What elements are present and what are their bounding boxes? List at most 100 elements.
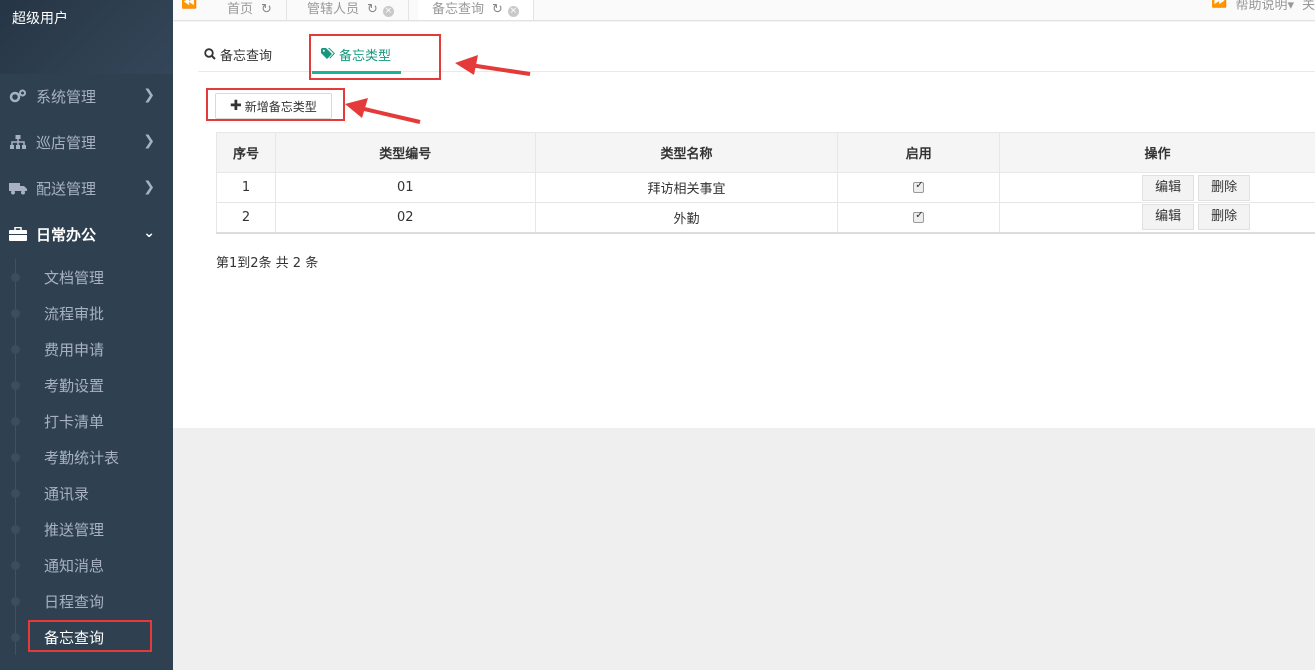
chevron-right-icon: ❯ [143,133,155,149]
edit-button[interactable]: 编辑 [1142,204,1195,231]
submenu-label: 打卡清单 [44,412,105,431]
refresh-icon[interactable]: ↻ [261,2,272,17]
bullet-icon [11,597,20,606]
truck-icon [8,182,28,195]
bullet-icon [11,489,20,498]
cell-actions: 编辑 删除 [999,172,1315,203]
submenu-item-push[interactable]: 推送管理 [0,511,173,547]
scroll-right-icon[interactable]: ⏩ [1211,0,1227,13]
submenu-label: 通知消息 [44,556,105,575]
submenu-label: 日程查询 [44,592,105,611]
submenu-item-documents[interactable]: 文档管理 [0,259,173,295]
scroll-left-icon[interactable]: ⏪ [181,0,197,10]
bullet-icon [11,633,20,642]
col-header-name[interactable]: 类型名称 [534,132,839,173]
cell-no: 1 [216,172,276,203]
close-icon[interactable]: × [507,6,519,17]
nav-label: 配送管理 [36,179,97,198]
submenu-item-attendance-settings[interactable]: 考勤设置 [0,367,173,403]
col-header-no[interactable]: 序号 [216,132,276,173]
bullet-icon [11,453,20,462]
col-header-enabled[interactable]: 启用 [837,132,1001,173]
chevron-right-icon: ❯ [143,179,155,195]
submenu-item-checkin-list[interactable]: 打卡清单 [0,403,173,439]
close-menu[interactable]: 关 [1302,0,1315,13]
edit-button[interactable]: 编辑 [1142,174,1195,201]
bullet-icon [11,345,20,354]
submenu-item-contacts[interactable]: 通讯录 [0,475,173,511]
submenu-item-approval[interactable]: 流程审批 [0,295,173,331]
search-icon [204,48,216,60]
chevron-down-icon: ⌄ [143,225,155,241]
main-content: 备忘查询 备忘类型 ✚ 新增备忘类型 序号 类型编号 类型名称 启用 操作 1 … [173,22,1315,428]
delete-button[interactable]: 删除 [1198,174,1251,201]
nav-label: 系统管理 [36,87,97,106]
page-tab-label: 管辖人员 [307,2,360,17]
nav-item-patrol[interactable]: 巡店管理 ❯ [0,119,173,165]
highlight-box-button [206,88,345,121]
nav-label: 日常办公 [36,225,97,244]
empty-background [173,428,1315,670]
page-tab-bar: ⏪ 首页 ↻ 管辖人员 ↻ × 备忘查询 ↻ × ⏩ 帮助说明▾ 关 [173,0,1315,21]
submenu-item-expense[interactable]: 费用申请 [0,331,173,367]
nav-item-system[interactable]: 系统管理 ❯ [0,73,173,119]
cell-enabled [837,172,1001,203]
nav-item-delivery[interactable]: 配送管理 ❯ [0,165,173,211]
close-icon[interactable]: × [382,6,394,17]
refresh-icon[interactable]: ↻ [367,2,378,17]
page-tab-label: 备忘查询 [432,2,485,17]
table-row: 1 01 拜访相关事宜 编辑删除 [216,172,1315,203]
sidebar: 超级用户 系统管理 ❯ 巡店管理 ❯ 配送管理 ❯ 日常办公 ⌄ 文档管理 流程… [0,0,173,670]
nav-label: 巡店管理 [36,133,97,152]
sitemap-icon [8,135,28,149]
cell-name: 拜访相关事宜 [534,172,839,203]
gears-icon [8,89,28,103]
bullet-icon [11,309,20,318]
page-tab-staff[interactable]: 管辖人员 ↻ × [293,0,409,20]
bullet-icon [11,561,20,570]
delete-button[interactable]: 删除 [1198,204,1251,231]
col-header-code[interactable]: 类型编号 [274,132,536,173]
cell-actions: 编辑 删除 [999,202,1315,234]
refresh-icon[interactable]: ↻ [492,2,503,17]
nav-item-daily-office[interactable]: 日常办公 ⌄ [0,211,173,257]
cell-code: 01 [274,172,536,203]
submenu-label: 考勤统计表 [44,448,120,467]
submenu-item-attendance-stats[interactable]: 考勤统计表 [0,439,173,475]
bullet-icon [11,417,20,426]
help-menu[interactable]: 帮助说明▾ [1235,0,1294,13]
submenu-item-notifications[interactable]: 通知消息 [0,547,173,583]
enabled-checkbox[interactable] [913,210,925,223]
highlight-box-sidebar [28,620,152,652]
cell-enabled [837,202,1001,234]
submenu-label: 流程审批 [44,304,105,323]
cell-code: 02 [274,202,536,234]
table-row: 2 02 外勤 编辑删除 [216,202,1315,234]
submenu-label: 费用申请 [44,340,105,359]
sidebar-header: 超级用户 [0,0,173,74]
enabled-checkbox[interactable] [913,180,925,193]
submenu-label: 推送管理 [44,520,105,539]
submenu-label: 通讯录 [44,484,90,503]
help-label: 帮助说明 [1235,0,1288,13]
tab-label: 备忘查询 [220,48,273,64]
page-tab-memo-query[interactable]: 备忘查询 ↻ × [418,0,534,20]
table-header-row: 序号 类型编号 类型名称 启用 操作 [216,132,1315,173]
submenu-item-schedule[interactable]: 日程查询 [0,583,173,619]
memo-type-table: 序号 类型编号 类型名称 启用 操作 1 01 拜访相关事宜 编辑删除 2 02… [216,132,1315,234]
submenu-label: 考勤设置 [44,376,105,395]
col-header-actions: 操作 [999,132,1315,173]
page-tab-label: 首页 [227,2,254,17]
highlight-box-tab [309,34,441,80]
top-right-menu: ⏩ 帮助说明▾ 关 [1211,0,1315,13]
user-name[interactable]: 超级用户 [12,8,68,28]
submenu-label: 文档管理 [44,268,105,287]
page-tab-home[interactable]: 首页 ↻ [203,0,287,20]
bullet-icon [11,273,20,282]
tab-memo-query[interactable]: 备忘查询 [204,36,272,72]
pagination-summary: 第1到2条 共 2 条 [216,256,319,271]
briefcase-icon [8,227,28,241]
cell-no: 2 [216,202,276,234]
chevron-right-icon: ❯ [143,87,155,103]
bullet-icon [11,525,20,534]
